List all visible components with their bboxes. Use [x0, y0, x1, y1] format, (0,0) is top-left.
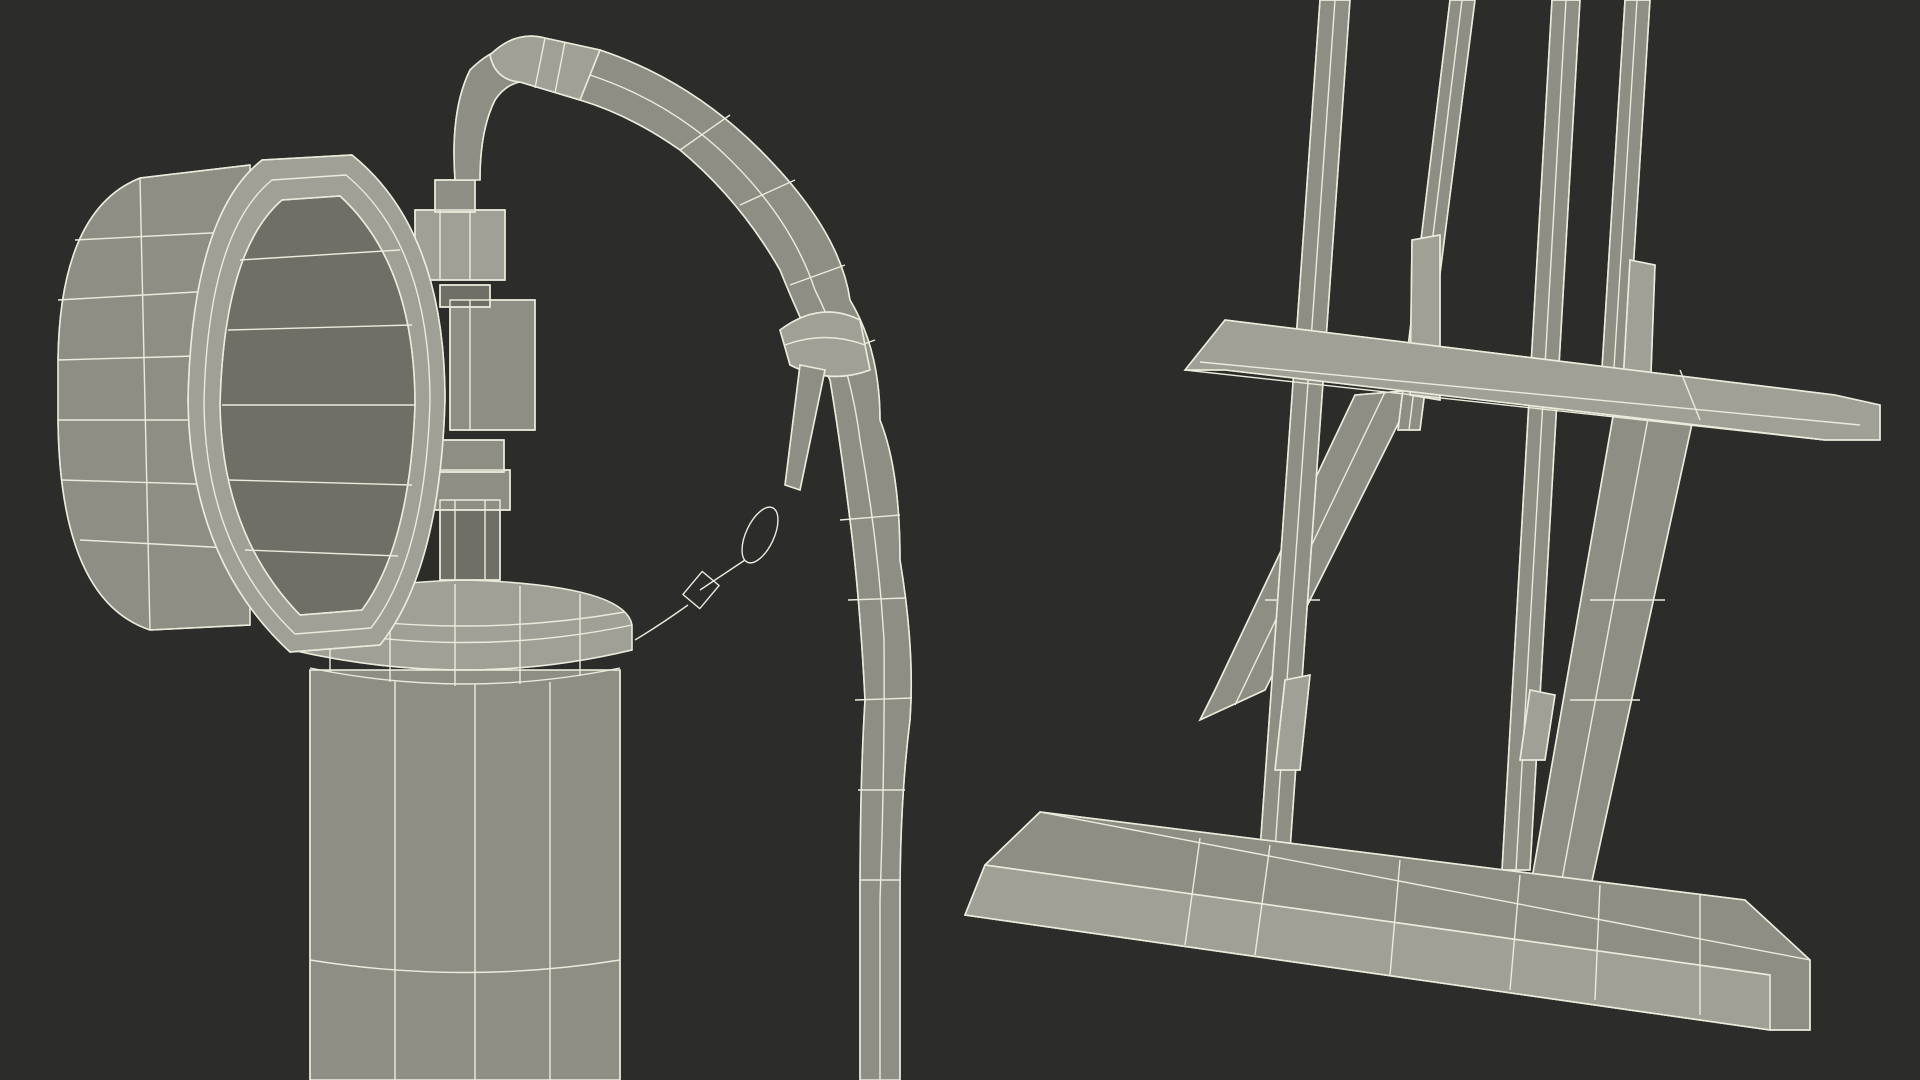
grease-pump	[57, 35, 913, 1080]
gauge-chain	[634, 506, 779, 641]
stand-brace-right	[1529, 404, 1696, 891]
wireframe-viewport	[0, 0, 1920, 1080]
stand-base	[963, 811, 1811, 1031]
pressure-gauge	[57, 154, 446, 653]
pump-cylinder	[309, 669, 621, 1080]
wireframe-scene	[57, 0, 1881, 1080]
pump-stand	[963, 0, 1881, 1031]
